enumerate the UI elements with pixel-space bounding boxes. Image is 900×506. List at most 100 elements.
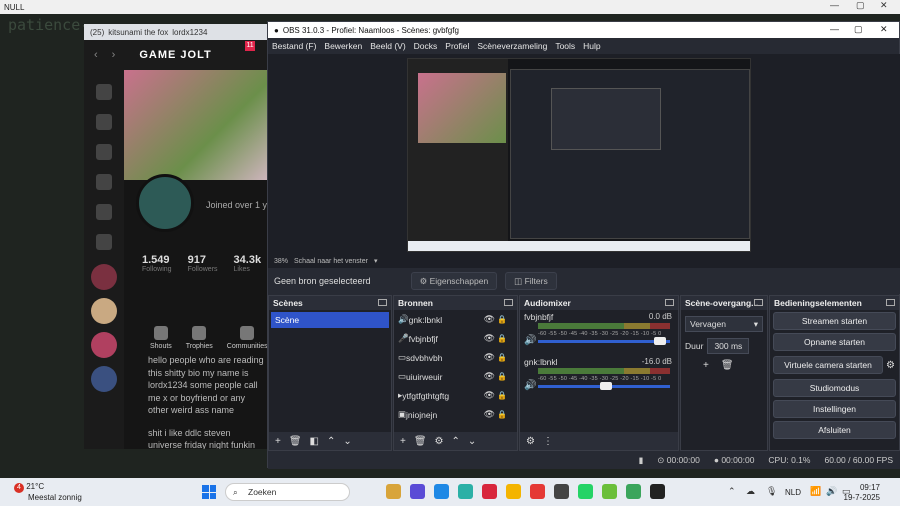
menu-tools[interactable]: Tools <box>555 41 575 51</box>
undock-icon[interactable] <box>886 299 895 306</box>
tab-title[interactable]: kitsunami the fox <box>108 28 168 37</box>
chevron-up-icon[interactable]: ⌃ <box>452 436 460 447</box>
lock-icon[interactable]: 🔒 <box>497 410 507 419</box>
eye-icon[interactable]: 👁 <box>484 314 495 325</box>
close-icon[interactable]: ✕ <box>880 24 888 35</box>
weather-widget[interactable]: 4 21°C Meestal zonnig <box>14 482 82 503</box>
lock-icon[interactable]: 🔒 <box>497 391 507 400</box>
sidebar-community-avatar[interactable] <box>91 332 117 358</box>
slider-handle[interactable] <box>654 337 667 345</box>
menu-help[interactable]: Hulp <box>583 41 600 51</box>
stat-following[interactable]: 1.549 Following <box>142 254 172 273</box>
stat-followers[interactable]: 917 Followers <box>188 254 218 273</box>
transition-select[interactable]: Vervagen ▾ <box>685 316 763 332</box>
speaker-icon[interactable]: 🔊 <box>524 380 536 391</box>
preview-canvas[interactable] <box>407 58 751 252</box>
settings-button[interactable]: Instellingen <box>773 400 896 418</box>
tab-communities[interactable]: Communities <box>227 326 268 350</box>
tab-trophies[interactable]: Trophies <box>186 326 213 350</box>
eye-icon[interactable]: 👁 <box>484 371 495 382</box>
source-item[interactable]: ▣ jniojnejn 👁 🔒 <box>394 405 517 424</box>
undock-icon[interactable] <box>754 299 763 306</box>
library-icon[interactable] <box>96 234 112 250</box>
taskbar-app-icon[interactable] <box>554 484 569 499</box>
eye-icon[interactable]: 👁 <box>484 333 495 344</box>
chevron-down-icon[interactable]: ⌄ <box>468 436 476 447</box>
zoom-mode[interactable]: Schaal naar het venster <box>294 258 368 265</box>
menu-file[interactable]: Bestand (F) <box>272 41 316 51</box>
eye-icon[interactable]: 👁 <box>484 409 495 420</box>
speaker-icon[interactable]: 🔊 <box>524 335 536 346</box>
add-icon[interactable]: + <box>400 436 406 447</box>
chevron-down-icon[interactable]: ⌄ <box>343 436 351 447</box>
clock[interactable]: 09:17 19-7-2025 <box>844 483 880 503</box>
taskbar-app-icon[interactable] <box>578 484 593 499</box>
bag-icon[interactable] <box>96 144 112 160</box>
taskbar-app-icon[interactable] <box>506 484 521 499</box>
volume-icon[interactable]: 🔊 <box>826 486 837 497</box>
store-icon[interactable] <box>96 114 112 130</box>
profile-avatar[interactable] <box>136 174 194 232</box>
menu-scene-collection[interactable]: Scèneverzameling <box>477 41 547 51</box>
eye-icon[interactable]: 👁 <box>484 352 495 363</box>
forward-icon[interactable]: › <box>112 49 116 61</box>
megaphone-icon[interactable] <box>96 174 112 190</box>
filter-icon[interactable]: ◧ <box>310 436 319 447</box>
browser-tab-bar[interactable]: (25) kitsunami the fox lordx1234 <box>84 24 274 40</box>
stat-likes[interactable]: 34.3k Likes <box>234 254 262 273</box>
wifi-icon[interactable]: 📶 <box>810 486 821 497</box>
filters-button[interactable]: ◫ Filters <box>505 272 557 290</box>
lock-icon[interactable]: 🔒 <box>497 372 507 381</box>
tab-shouts[interactable]: Shouts <box>150 326 172 350</box>
trash-icon[interactable]: 🗑 <box>289 436 302 447</box>
start-streaming-button[interactable]: Streamen starten <box>773 312 896 330</box>
undock-icon[interactable] <box>378 299 387 306</box>
sidebar-community-avatar[interactable] <box>91 264 117 290</box>
volume-slider[interactable] <box>538 382 670 390</box>
source-item[interactable]: 🔊 gnk:lbnkl 👁 🔒 <box>394 310 517 329</box>
lock-icon[interactable]: 🔒 <box>497 315 507 324</box>
menu-docks[interactable]: Docks <box>414 41 438 51</box>
cloud-icon[interactable]: ☁ <box>746 486 755 497</box>
eye-icon[interactable]: 👁 <box>484 390 495 401</box>
chevron-down-icon[interactable]: ▾ <box>374 257 378 265</box>
maximize-icon[interactable]: ▢ <box>854 24 863 35</box>
exit-button[interactable]: Afsluiten <box>773 421 896 439</box>
trash-icon[interactable]: 🗑 <box>414 436 427 447</box>
scene-item[interactable]: Scène <box>271 312 389 328</box>
lock-icon[interactable]: 🔒 <box>497 334 507 343</box>
taskbar-app-icon[interactable] <box>530 484 545 499</box>
gear-icon[interactable]: ⚙ <box>886 360 895 371</box>
volume-slider[interactable] <box>538 337 670 345</box>
source-item[interactable]: ▭ uiuirweuir 👁 🔒 <box>394 367 517 386</box>
start-recording-button[interactable]: Opname starten <box>773 333 896 351</box>
language-indicator[interactable]: NLD <box>785 488 801 497</box>
windows-start-icon[interactable] <box>202 485 216 499</box>
chevron-up-icon[interactable]: ⌃ <box>327 436 335 447</box>
home-icon[interactable] <box>96 84 112 100</box>
source-item[interactable]: 🎤 fvbjnbfjf 👁 🔒 <box>394 329 517 348</box>
undock-icon[interactable] <box>665 299 674 306</box>
taskbar-app-icon[interactable] <box>650 484 665 499</box>
start-virtual-camera-button[interactable]: Virtuele camera starten <box>773 356 884 374</box>
gear-icon[interactable]: ⚙ <box>435 436 444 447</box>
back-icon[interactable]: ‹ <box>94 49 98 61</box>
add-icon[interactable]: + <box>703 360 709 371</box>
microphone-icon[interactable]: 🎙 <box>766 486 777 497</box>
minimize-icon[interactable]: — <box>830 0 839 10</box>
slider-handle[interactable] <box>600 382 613 390</box>
undock-icon[interactable] <box>504 299 513 306</box>
sidebar-community-avatar[interactable] <box>91 366 117 392</box>
tab-extra[interactable]: lordx1234 <box>172 28 207 37</box>
chevron-up-icon[interactable]: ⌃ <box>728 486 736 497</box>
taskbar-app-icon[interactable] <box>386 484 401 499</box>
lock-icon[interactable]: 🔒 <box>497 353 507 362</box>
gamejolt-logo[interactable]: GAME JOLT <box>139 49 211 61</box>
source-item[interactable]: ▭ sdvbhvbh 👁 🔒 <box>394 348 517 367</box>
obs-titlebar[interactable]: ● OBS 31.0.3 - Profiel: Naamloos - Scène… <box>268 22 899 38</box>
source-item[interactable]: ▸ ytfgtfgthtgftg 👁 🔒 <box>394 386 517 405</box>
close-icon[interactable]: ✕ <box>880 0 888 11</box>
minimize-icon[interactable]: — <box>830 24 839 34</box>
menu-profile[interactable]: Profiel <box>445 41 469 51</box>
taskbar-app-icon[interactable] <box>458 484 473 499</box>
